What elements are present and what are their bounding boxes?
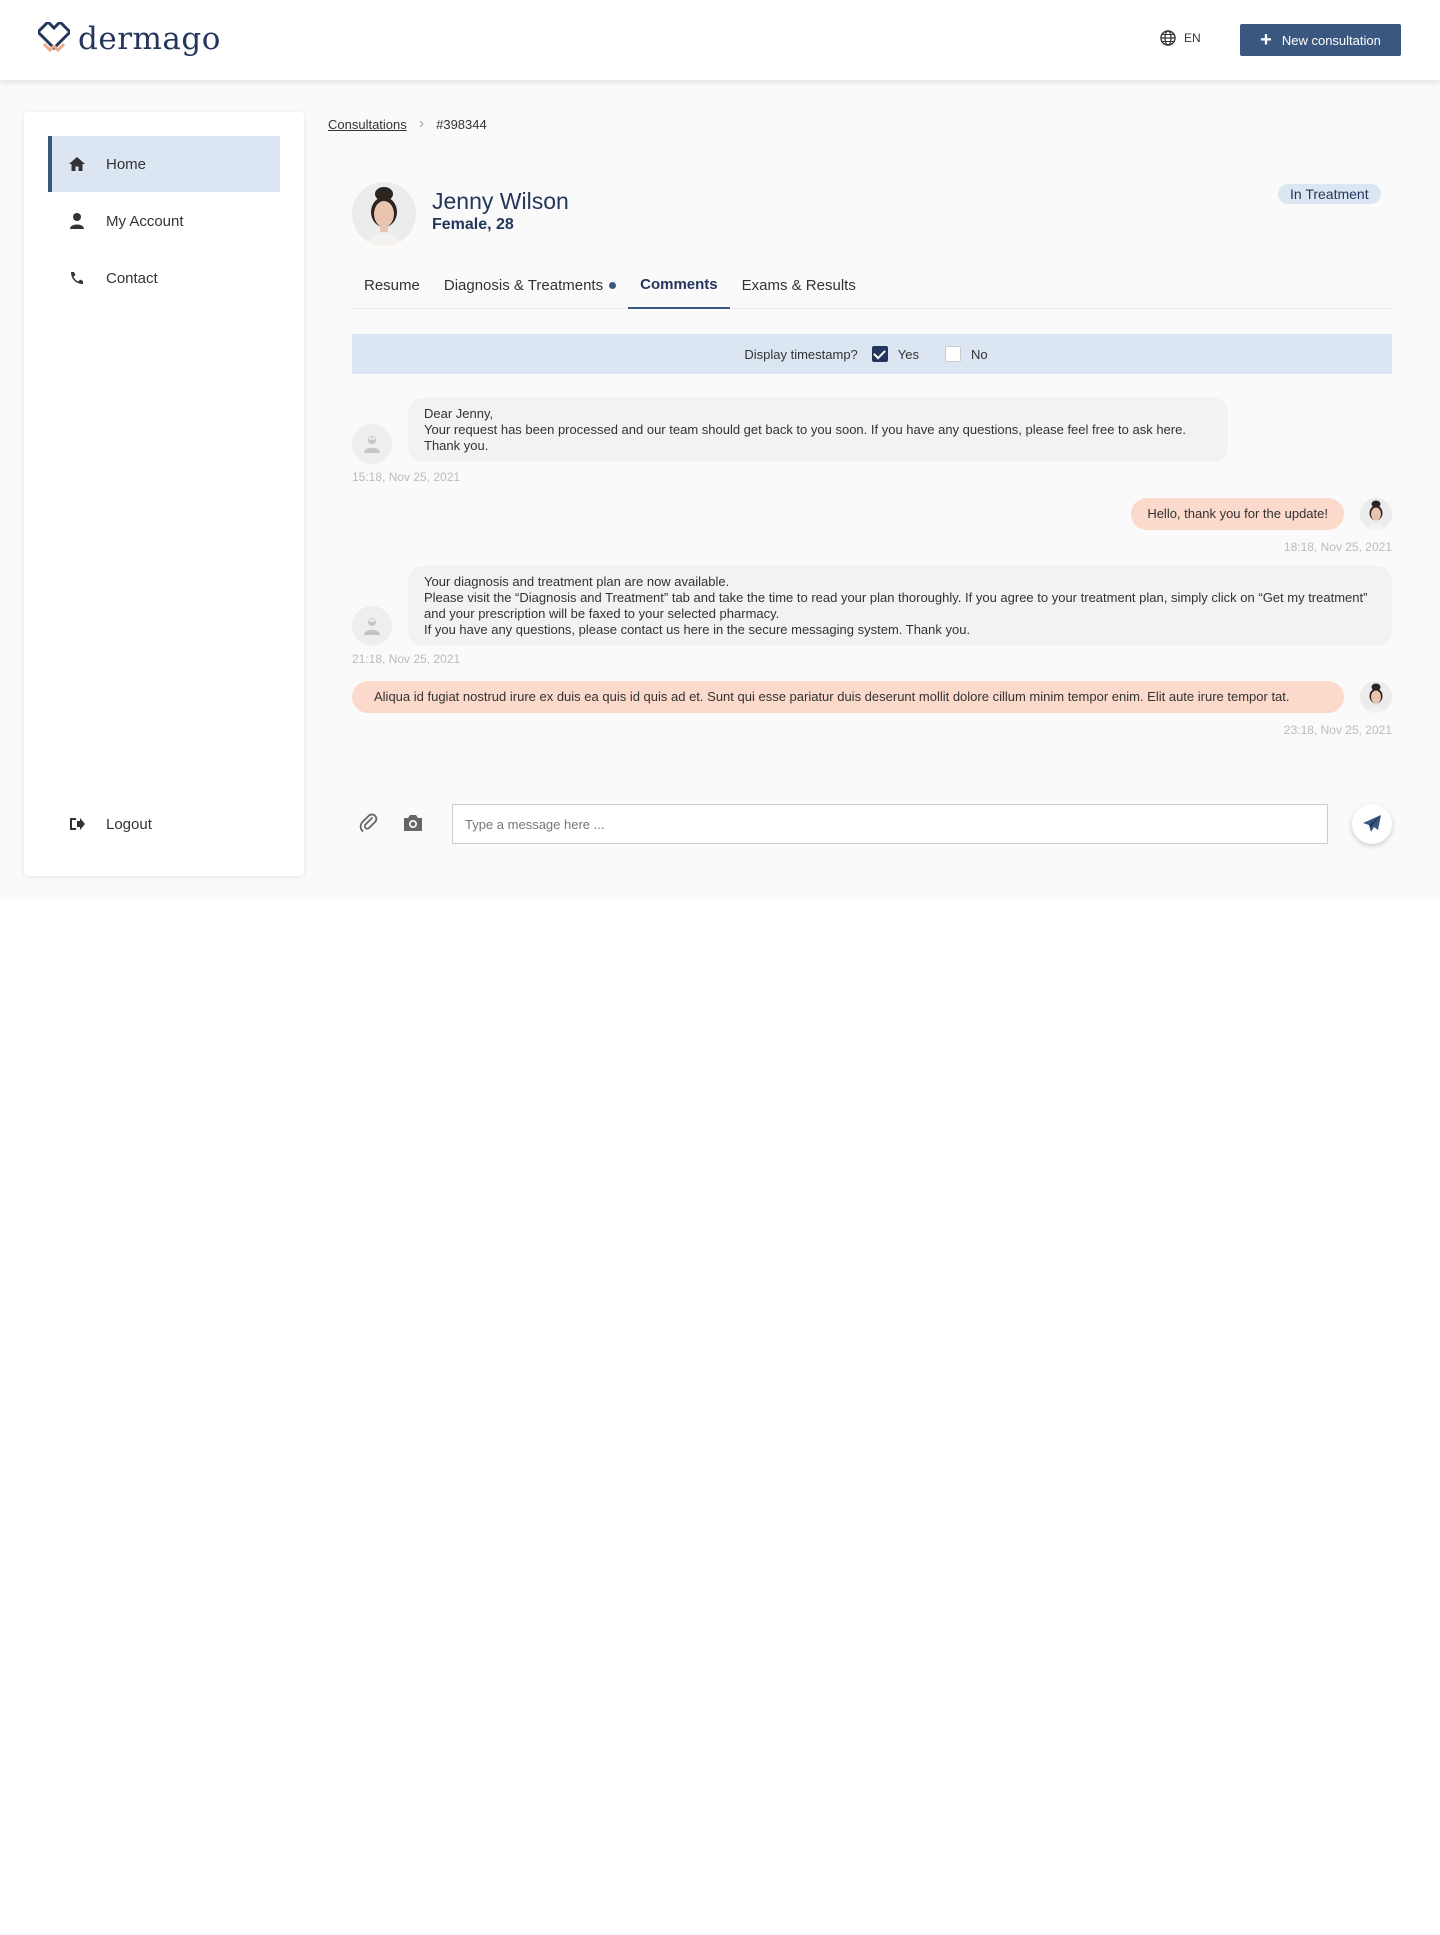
logout-icon <box>70 818 85 830</box>
timestamp-yes-checkbox[interactable] <box>871 346 888 362</box>
home-icon <box>69 157 85 171</box>
new-consultation-label: New consultation <box>1281 32 1381 48</box>
message-line: Your diagnosis and treatment plan are no… <box>424 574 730 589</box>
message-row: Dear Jenny, Your request has been proces… <box>352 398 1392 488</box>
message-line: Dear Jenny, <box>424 406 494 421</box>
timestamp-toggle-label: Display timestamp? <box>744 346 858 362</box>
patient-name: Jenny Wilson <box>432 188 569 214</box>
logo-text: dermago <box>78 21 221 57</box>
message-line: Please visit the “Diagnosis and Treatmen… <box>424 590 1368 621</box>
send-button[interactable] <box>1352 804 1392 844</box>
message-bubble: Aliqua id fugiat nostrud irure ex duis e… <box>352 681 1344 713</box>
language-selector[interactable]: EN <box>1160 30 1201 46</box>
message-timestamp: 21:18, Nov 25, 2021 <box>352 652 461 666</box>
paperclip-icon <box>359 813 378 832</box>
top-bar: dermago EN + New consultation <box>0 0 1440 80</box>
sidebar-item-label: Contact <box>106 269 158 287</box>
message-input[interactable] <box>452 804 1328 844</box>
notification-dot <box>609 282 617 289</box>
tab-exams-results[interactable]: Exams & Results <box>730 262 868 309</box>
message-timestamp: 18:18, Nov 25, 2021 <box>1283 540 1392 554</box>
phone-icon <box>71 272 83 284</box>
logo[interactable]: dermago <box>38 21 221 57</box>
tab-resume[interactable]: Resume <box>352 262 432 309</box>
sidebar-item-label: My Account <box>106 212 184 230</box>
message-timestamp: 23:18, Nov 25, 2021 <box>1283 723 1392 737</box>
status-badge: In Treatment <box>1278 184 1381 204</box>
plus-icon: + <box>1260 29 1272 51</box>
tab-label: Diagnosis & Treatments <box>443 276 604 294</box>
logout-label: Logout <box>106 815 152 833</box>
patient-info: Jenny Wilson Female, 28 <box>432 182 569 234</box>
sidebar-item-label: Home <box>106 155 147 173</box>
doctor-avatar <box>352 424 392 464</box>
message-timestamp: 15:18, Nov 25, 2021 <box>352 470 461 484</box>
message-line: Your request has been processed and our … <box>424 422 1186 437</box>
user-icon <box>70 213 84 229</box>
language-label: EN <box>1184 31 1201 45</box>
sidebar: Home My Account Contact Logout <box>24 112 304 876</box>
timestamp-no-label: No <box>971 346 988 362</box>
timestamp-yes-option[interactable]: Yes <box>871 346 920 362</box>
patient-photo-icon <box>1360 681 1392 713</box>
tab-comments[interactable]: Comments <box>628 262 730 309</box>
patient-header: Jenny Wilson Female, 28 <box>352 182 569 246</box>
timestamp-no-checkbox[interactable] <box>945 346 962 362</box>
tab-label: Comments <box>640 275 718 293</box>
sidebar-item-home[interactable]: Home <box>48 136 280 192</box>
patient-photo-icon <box>352 182 416 246</box>
message-row: Hello, thank you for the update! 18:18, … <box>352 498 1392 558</box>
doctor-icon <box>364 436 380 453</box>
tab-bar: Resume Diagnosis & Treatments Comments E… <box>352 262 1392 309</box>
message-row: Aliqua id fugiat nostrud irure ex duis e… <box>352 681 1392 741</box>
message-bubble: Your diagnosis and treatment plan are no… <box>408 566 1392 646</box>
message-line: Thank you. <box>424 438 489 453</box>
tab-diagnosis-treatments[interactable]: Diagnosis & Treatments <box>432 262 628 309</box>
sidebar-item-my-account[interactable]: My Account <box>48 193 280 249</box>
message-bubble: Dear Jenny, Your request has been proces… <box>408 398 1228 462</box>
tab-label: Resume <box>364 276 420 294</box>
message-line: Hello, thank you for the update! <box>1147 506 1328 521</box>
attach-button[interactable] <box>356 810 382 836</box>
logout-button[interactable]: Logout <box>48 796 280 852</box>
timestamp-yes-label: Yes <box>897 346 920 362</box>
patient-avatar-small <box>1360 498 1392 530</box>
doctor-avatar <box>352 606 392 646</box>
globe-icon <box>1160 30 1176 46</box>
breadcrumb-current: #398344 <box>436 116 487 132</box>
timestamp-toggle-bar: Display timestamp? Yes No <box>352 334 1392 374</box>
camera-icon <box>404 815 422 831</box>
tab-label: Exams & Results <box>741 276 856 294</box>
sidebar-item-contact[interactable]: Contact <box>48 250 280 306</box>
message-line: If you have any questions, please contac… <box>424 622 971 637</box>
camera-button[interactable] <box>400 810 426 836</box>
message-composer <box>352 800 1392 848</box>
breadcrumb-consultations-link[interactable]: Consultations <box>328 117 407 132</box>
breadcrumb: Consultations › #398344 <box>328 115 487 133</box>
patient-photo-icon <box>1360 498 1392 530</box>
message-row: Your diagnosis and treatment plan are no… <box>352 566 1392 672</box>
doctor-icon <box>364 618 380 635</box>
chevron-right-icon: › <box>418 115 425 132</box>
message-line: Aliqua id fugiat nostrud irure ex duis e… <box>374 689 1290 704</box>
message-bubble: Hello, thank you for the update! <box>1131 498 1344 530</box>
patient-avatar-small <box>1360 681 1392 713</box>
new-consultation-button[interactable]: + New consultation <box>1240 24 1401 56</box>
dermago-logo-icon <box>38 22 70 53</box>
patient-details: Female, 28 <box>432 216 514 233</box>
app-root: dermago EN + New consultation Home My Ac… <box>0 0 1440 900</box>
timestamp-no-option[interactable]: No <box>945 346 988 362</box>
send-icon <box>1363 815 1381 832</box>
patient-avatar <box>352 182 416 246</box>
